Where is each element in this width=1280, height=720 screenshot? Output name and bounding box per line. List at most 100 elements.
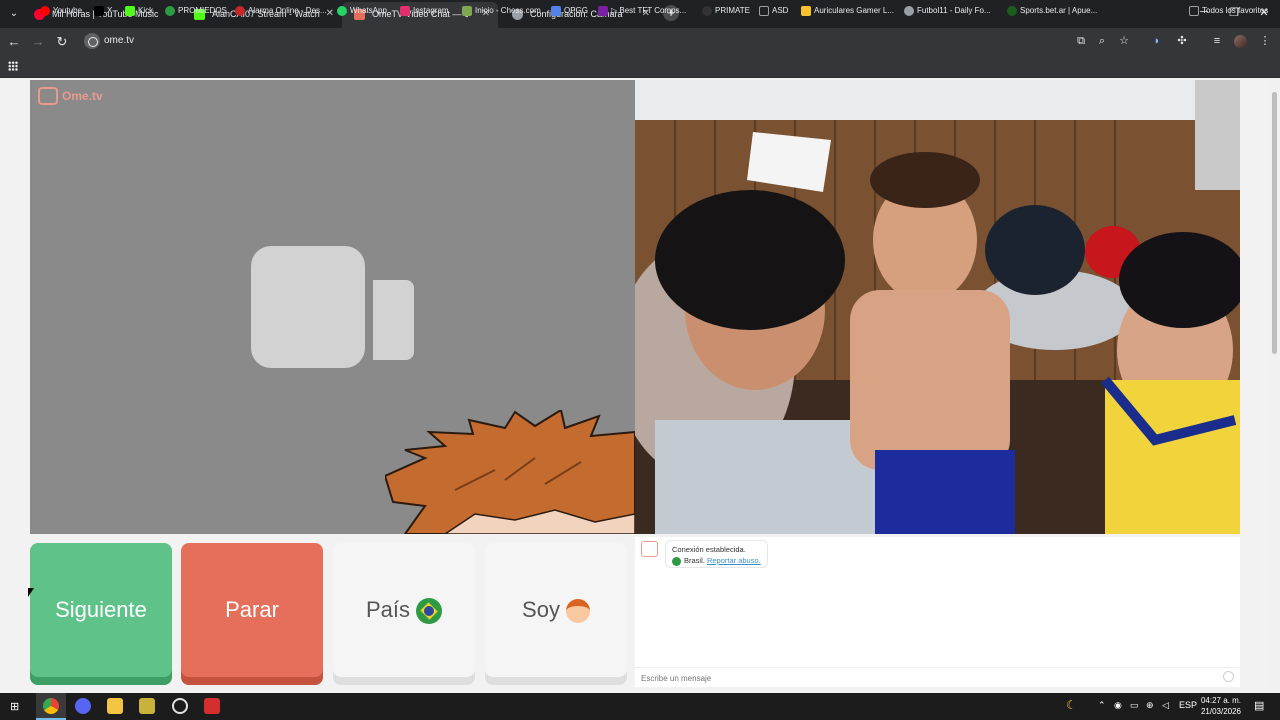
clock[interactable]: 04:27 a. m. 21/03/2026 [1196, 695, 1246, 717]
partner-country: Brasil. [684, 556, 705, 565]
all-bookmarks-folder[interactable]: Todos los favoritos [1189, 5, 1268, 17]
profile-avatar[interactable] [1234, 35, 1247, 48]
report-abuse-link[interactable]: Reportar abuso. [707, 556, 761, 565]
chrome-icon[interactable] [43, 698, 59, 714]
football-icon [904, 6, 914, 16]
promiedos-icon [165, 6, 175, 16]
opgg-icon [551, 6, 561, 16]
bookmark-label: Instagram [413, 6, 449, 15]
ometv-logo[interactable]: Ome.tv [38, 87, 108, 105]
controller-icon[interactable]: ⊕ [1146, 700, 1154, 711]
boy-face-icon [565, 599, 590, 624]
language-indicator[interactable]: ESP [1179, 700, 1197, 710]
country-button[interactable]: País [333, 543, 475, 685]
clock-date: 21/03/2026 [1200, 707, 1242, 716]
bookmark-label: Todos los favoritos [1202, 6, 1269, 15]
notifications-icon[interactable]: ▤ [1254, 699, 1264, 712]
apps-grid-icon[interactable] [8, 61, 18, 71]
tft-icon [598, 6, 608, 16]
media-control-icon[interactable]: ≡ [1211, 35, 1223, 47]
bookmark-x[interactable]: X [94, 5, 112, 17]
network-icon[interactable]: ▭ [1130, 700, 1139, 711]
bookmark-label: Alarma Online - Des... [248, 6, 327, 15]
bookmark-chess[interactable]: Inicio - Chess.com [462, 5, 541, 17]
bookmark-futbol11[interactable]: Futbol11 - Daily Fo... [904, 5, 991, 17]
mouse-cursor-icon [28, 588, 34, 597]
stop-button[interactable]: Parar [181, 543, 323, 685]
primate-icon [702, 6, 712, 16]
close-tab-icon[interactable]: ✕ [326, 2, 334, 26]
bookmark-label: Auriculares Gamer L... [814, 6, 895, 15]
bookmark-label: X [107, 6, 113, 15]
bookmark-auriculares[interactable]: Auriculares Gamer L... [801, 5, 894, 17]
obs-icon[interactable] [172, 698, 188, 714]
address-bar[interactable]: ome.tv [104, 35, 134, 46]
windows-taskbar [0, 693, 1280, 720]
ometv-chat-avatar-icon [641, 541, 658, 557]
bookmark-star-icon[interactable]: ☆ [1118, 35, 1130, 47]
forward-button[interactable]: → [30, 34, 46, 50]
extensions-puzzle-icon[interactable]: ✣ [1176, 35, 1188, 47]
bookmark-folder-asd[interactable]: ASD [759, 5, 788, 17]
brazil-flag-icon [416, 598, 443, 625]
bookmark-label: OPGG [564, 6, 589, 15]
bookmark-label: ▷ Best TFT Comps... [611, 6, 687, 15]
camera-off-icon [251, 246, 365, 368]
tab-search-icon[interactable]: ⌄ [4, 4, 24, 24]
menu-kebab-icon[interactable]: ⋮ [1259, 35, 1271, 47]
gender-button[interactable]: Soy [485, 543, 627, 685]
browser-toolbar [0, 28, 1280, 56]
bookmark-label: Futbol11 - Daily Fo... [917, 6, 991, 15]
show-hidden-icons-icon[interactable]: ⌃ [1098, 700, 1106, 711]
bookmark-opgg[interactable]: OPGG [551, 5, 588, 17]
message-bar [635, 667, 1240, 687]
anime-avatar-overlay [385, 410, 635, 534]
back-button[interactable]: ← [6, 34, 22, 50]
bookmark-tft[interactable]: ▷ Best TFT Comps... [598, 5, 686, 17]
chess-pawn-icon [462, 6, 472, 16]
folder-icon [759, 6, 769, 16]
youtube-icon [40, 6, 50, 16]
remote-camera-image [635, 80, 1240, 534]
zoom-icon[interactable]: ⌕ [1096, 35, 1108, 47]
bookmark-label: Sports.bet.ar | Apue... [1020, 6, 1098, 15]
bookmark-label: PRIMATE [715, 6, 750, 15]
bookmark-whatsapp[interactable]: WhatsApp [337, 5, 387, 17]
extension-icon[interactable]: ◗ [1151, 35, 1163, 47]
night-light-icon[interactable]: ☾ [1066, 698, 1077, 712]
bookmark-alarma[interactable]: Alarma Online - Des... [235, 5, 327, 17]
cast-icon[interactable]: ⧉ [1075, 35, 1087, 47]
bookmark-label: Youtube [53, 6, 83, 15]
bookmark-label: WhatsApp [350, 6, 387, 15]
remote-video-feed [635, 80, 1240, 534]
discord-icon[interactable] [75, 698, 91, 714]
kick-icon [125, 6, 135, 16]
windows-start-icon[interactable]: ⊞ [10, 700, 19, 713]
message-input[interactable] [641, 671, 1201, 685]
notepad-icon[interactable] [139, 698, 155, 714]
site-info-icon[interactable] [84, 33, 100, 49]
volume-icon[interactable]: ◁ [1162, 700, 1169, 711]
next-button[interactable]: Siguiente [30, 543, 172, 685]
whatsapp-icon [337, 6, 347, 16]
bookmark-sportsbet[interactable]: Sports.bet.ar | Apue... [1007, 5, 1097, 17]
bookmark-youtube[interactable]: Youtube [40, 5, 82, 17]
ometv-logo-icon [38, 87, 58, 105]
logo-text: Ome.tv [62, 89, 103, 103]
steam-icon[interactable]: ◉ [1114, 700, 1122, 711]
bookmark-primate[interactable]: PRIMATE [702, 5, 750, 17]
connection-status-text: Conexión establecida. [672, 545, 746, 554]
alarm-icon [235, 6, 245, 16]
scrollbar-thumb[interactable] [1272, 92, 1277, 354]
emoji-icon[interactable] [1223, 671, 1234, 682]
bookmark-promiedos[interactable]: PROMIEDOS [165, 5, 227, 17]
clock-time: 04:27 a. m. [1200, 696, 1242, 705]
bookmark-kick[interactable]: Kick [125, 5, 153, 17]
folder-icon [1189, 6, 1199, 16]
file-explorer-icon[interactable] [107, 698, 123, 714]
reload-button[interactable]: ↻ [54, 34, 70, 50]
camera-lens-shape [373, 280, 414, 360]
app-icon[interactable] [204, 698, 220, 714]
headset-shop-icon [801, 6, 811, 16]
bookmark-instagram[interactable]: Instagram [400, 5, 449, 17]
